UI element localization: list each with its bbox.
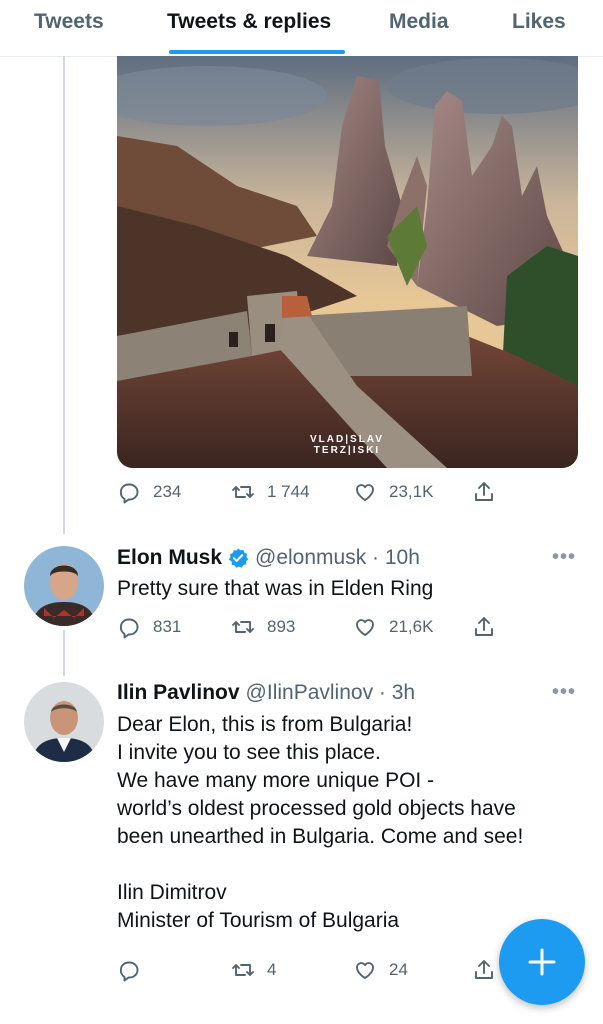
like-icon [356,484,374,501]
retweet-button[interactable]: 1 744 [231,480,310,504]
share-button[interactable] [472,958,496,982]
tab-media[interactable]: Media [389,10,449,34]
tab-tweets[interactable]: Tweets [34,10,104,34]
retweet-button[interactable]: 4 [231,958,276,982]
like-button[interactable]: 21,6K [353,615,433,639]
reply-button[interactable]: 831 [117,615,181,639]
tab-likes[interactable]: Likes [512,10,566,34]
compose-plus-icon [528,948,556,976]
retweet-icon [232,621,254,633]
watermark-line: VLAD|SLAV [310,434,384,445]
tweet-actions: 4 24 [117,958,537,988]
tab-tweets-and-replies[interactable]: Tweets & replies [167,10,331,34]
tweet-actions: 831 893 21,6K [117,615,537,645]
reply-count: 234 [153,482,182,501]
tweet-text-line: I invite you to see this place. [117,741,381,764]
retweet-count: 4 [267,960,277,979]
like-count: 23,1K [389,482,434,501]
tweet-photo[interactable]: VLAD|SLAV TERZ|ISKI [117,56,578,468]
tweet-header: Ilin Pavlinov @IlinPavlinov · 3h [117,681,415,705]
reply-count: 831 [153,617,182,636]
reply-button[interactable]: 234 [117,480,181,504]
like-icon [356,619,374,636]
like-icon [356,962,374,979]
like-count: 24 [389,960,408,979]
retweet-icon [232,486,254,498]
more-icon[interactable]: ••• [552,681,576,704]
like-button[interactable]: 23,1K [353,480,433,504]
tweet-text-line: been unearthed in Bulgaria. Come and see… [117,825,524,848]
like-button[interactable]: 24 [353,958,408,982]
tweet-text-line: Ilin Dimitrov [117,881,227,904]
tweet-text-line: Pretty sure that was in Elden Ring [117,577,434,600]
tweet-text: Pretty sure that was in Elden Ring [117,575,587,603]
tweet-text-line: Dear Elon, this is from Bulgaria! [117,713,413,736]
verified-icon [228,548,249,568]
author-handle[interactable]: @IlinPavlinov · 3h [246,681,416,705]
retweet-count: 1 744 [267,482,310,501]
retweet-button[interactable]: 893 [231,615,295,639]
author-name[interactable]: Ilin Pavlinov [117,681,240,705]
tweet-text-line [117,851,587,879]
watermark-line: TERZ|ISKI [313,445,381,456]
author-handle[interactable]: @elonmusk · 10h [255,546,420,570]
thread-line [63,56,65,534]
reply-button[interactable] [117,958,153,982]
active-tab-indicator [169,50,345,54]
tweet-actions: 234 1 744 23,1K [117,480,537,510]
author-name[interactable]: Elon Musk [117,546,222,570]
share-button[interactable] [472,615,496,639]
like-count: 21,6K [389,617,434,636]
more-icon[interactable]: ••• [552,546,576,569]
share-icon [475,617,493,636]
avatar[interactable] [24,682,104,762]
share-icon [475,960,493,979]
tweet-text: Dear Elon, this is from Bulgaria! I invi… [117,711,587,935]
thread-line [63,630,65,676]
avatar[interactable] [24,546,104,626]
reply-icon [119,618,139,639]
photo-watermark: VLAD|SLAV TERZ|ISKI [310,434,384,456]
compose-tweet-button[interactable] [499,919,585,1005]
share-button[interactable] [472,480,496,504]
profile-tabs: Tweets Tweets & replies Media Likes [0,0,603,57]
retweet-count: 893 [267,617,296,636]
tweet-header: Elon Musk @elonmusk · 10h [117,546,420,570]
retweet-icon [232,964,254,976]
share-icon [475,482,493,501]
reply-icon [119,483,139,504]
reply-icon [119,961,139,982]
tweet-text-line: We have many more unique POI - [117,769,435,792]
tweet-text-line: world’s oldest processed gold objects ha… [117,797,516,820]
